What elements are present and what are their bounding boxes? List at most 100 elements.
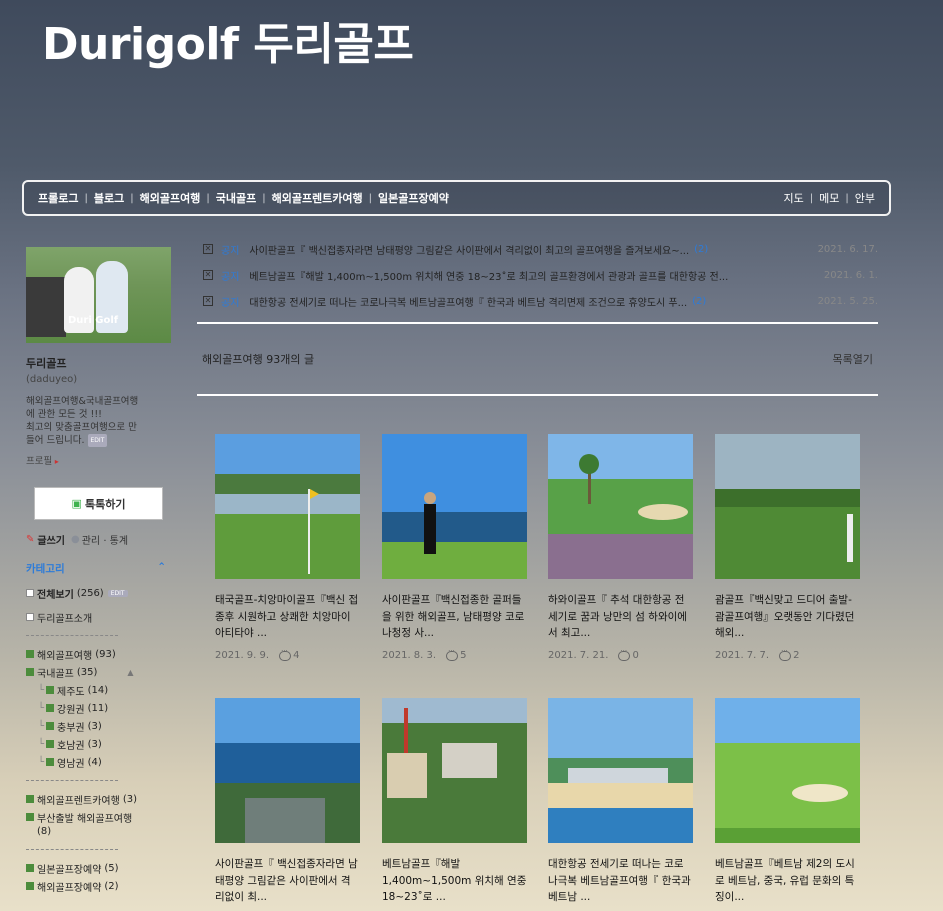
- blog-title[interactable]: Durigolf 두리골프: [42, 8, 414, 72]
- nav-japan-booking[interactable]: 일본골프장예약: [378, 190, 449, 206]
- close-icon: ✕: [203, 296, 213, 306]
- comment-icon: [446, 647, 459, 661]
- image-icon: [46, 740, 55, 748]
- category-item[interactable]: 해외골프장예약 (2): [26, 877, 171, 895]
- post-comments[interactable]: 5: [446, 647, 466, 661]
- post-date: 2021. 8. 3.: [382, 650, 437, 661]
- category-sub-item[interactable]: └ 영남권 (4): [26, 753, 171, 771]
- post-date: 2021. 9. 9.: [215, 650, 270, 661]
- category-label: 영남권: [57, 758, 85, 770]
- post-card[interactable]: 베트남골프『베트남 제2의 도시로 베트남, 중국, 유럽 문화의 특징이...: [715, 698, 860, 906]
- post-comments[interactable]: 2: [779, 647, 799, 661]
- notice-row[interactable]: ✕ 공지 사이판골프『 백신접종자라면 남태평양 그림같은 사이판에서 격리없이…: [197, 236, 878, 262]
- talk-button[interactable]: ▣ 톡톡하기: [34, 487, 163, 520]
- notice-title[interactable]: 베트남골프『해발 1,400m~1,500m 위치해 연중 18~23˚로 최고…: [249, 268, 728, 283]
- nav-prologue[interactable]: 프롤로그: [38, 190, 78, 206]
- edit-badge[interactable]: EDIT: [87, 434, 108, 447]
- post-thumbnail[interactable]: [382, 698, 527, 843]
- category-item[interactable]: 해외골프여행 (93): [26, 645, 171, 663]
- post-thumbnail[interactable]: [715, 698, 860, 843]
- notice-row[interactable]: ✕ 공지 대한항공 전세기로 떠나는 코로나극복 베트남골프여행『 한국과 베트…: [197, 288, 878, 314]
- post-card[interactable]: 베트남골프『해발 1,400m~1,500m 위치해 연중 18~23˚로 ..…: [382, 698, 527, 906]
- notice-title[interactable]: 사이판골프『 백신접종자라면 남태평양 그림같은 사이판에서 격리없이 최고의 …: [249, 242, 689, 257]
- post-title[interactable]: 베트남골프『해발 1,400m~1,500m 위치해 연중 18~23˚로 ..…: [382, 856, 527, 906]
- category-label: 강원권: [57, 704, 85, 716]
- notice-date: 2021. 6. 1.: [823, 269, 878, 281]
- post-thumbnail[interactable]: [215, 434, 360, 579]
- post-card[interactable]: 사이판골프『백신접종한 골퍼들을 위한 해외골프, 남태평양 코로나청정 사..…: [382, 434, 527, 661]
- collapse-icon[interactable]: ▲: [127, 668, 133, 677]
- branch-icon: └: [38, 684, 45, 696]
- chevron-up-icon[interactable]: ⌃: [157, 561, 166, 576]
- category-count: (14): [87, 684, 109, 696]
- post-title[interactable]: 대한항공 전세기로 떠나는 코로나극복 베트남골프여행『 한국과 베트남 ...: [548, 856, 693, 906]
- divider: [26, 635, 118, 636]
- post-comments[interactable]: 0: [618, 647, 639, 661]
- category-item[interactable]: 일본골프장예약 (5): [26, 859, 171, 877]
- category-intro[interactable]: 두리골프소개: [26, 608, 171, 626]
- category-sub-item[interactable]: └ 제주도 (14): [26, 681, 171, 699]
- post-thumbnail[interactable]: [382, 434, 527, 579]
- category-count: (4): [87, 756, 102, 768]
- category-sub-item[interactable]: └ 강원권 (11): [26, 699, 171, 717]
- notice-comment-count[interactable]: (2): [694, 244, 708, 255]
- post-title[interactable]: 사이판골프『백신접종한 골퍼들을 위한 해외골프, 남태평양 코로나청정 사..…: [382, 592, 527, 642]
- divider: [197, 394, 878, 396]
- list-category: 해외골프여행: [202, 353, 263, 366]
- talk-button-label: 톡톡하기: [84, 497, 126, 511]
- nav-overseas-golf[interactable]: 해외골프여행: [140, 190, 201, 206]
- nav-blog[interactable]: 블로그: [94, 190, 124, 206]
- list-toggle-button[interactable]: 목록열기: [833, 351, 873, 367]
- post-thumbnail[interactable]: [715, 434, 860, 579]
- manage-link[interactable]: 관리 · 통계: [82, 532, 128, 547]
- gear-icon: ●: [71, 534, 80, 545]
- post-thumbnail[interactable]: [215, 698, 360, 843]
- category-all[interactable]: 전체보기 (256) EDIT: [26, 584, 171, 602]
- desc-line: 해외골프여행&국내골프여행: [26, 396, 139, 407]
- category-header[interactable]: 카테고리 ⌃: [26, 561, 166, 576]
- profile-image[interactable]: Duri Golf: [26, 247, 171, 343]
- image-icon: [26, 650, 34, 658]
- post-title[interactable]: 태국골프-치앙마이골프『백신 접종후 시원하고 상쾌한 치앙마이 아티타야 ..…: [215, 592, 360, 642]
- notice-title[interactable]: 대한항공 전세기로 떠나는 코로나극복 베트남골프여행『 한국과 베트남 격리면…: [249, 294, 687, 309]
- notice-comment-count[interactable]: (2): [692, 296, 706, 307]
- post-card[interactable]: 하와이골프『 추석 대한항공 전세기로 꿈과 낭만의 섬 하와이에서 최고...…: [548, 434, 693, 661]
- category-list: 전체보기 (256) EDIT 두리골프소개 해외골프여행 (93) 국내골프 …: [26, 584, 171, 895]
- post-comments[interactable]: 4: [279, 647, 299, 661]
- post-meta: 2021. 7. 7. 2: [715, 647, 860, 662]
- category-count-row: (8): [26, 822, 171, 840]
- post-title[interactable]: 하와이골프『 추석 대한항공 전세기로 꿈과 낭만의 섬 하와이에서 최고...: [548, 592, 693, 642]
- post-thumbnail[interactable]: [548, 434, 693, 579]
- image-icon: [26, 813, 34, 821]
- nav-domestic-golf[interactable]: 국내골프: [216, 190, 256, 206]
- category-item[interactable]: 해외골프렌트카여행 (3): [26, 790, 171, 808]
- category-item[interactable]: 국내골프 (35) ▲: [26, 663, 171, 681]
- list-count: 93개의 글: [266, 353, 315, 366]
- category-sub-item[interactable]: └ 호남권 (3): [26, 735, 171, 753]
- branch-icon: └: [38, 702, 45, 714]
- nav-memo[interactable]: 메모: [819, 190, 839, 206]
- notice-tag: 공지: [221, 297, 240, 309]
- comment-count: 0: [632, 650, 639, 661]
- golf-cart-shape: [26, 277, 66, 337]
- nav-guestbook[interactable]: 안부: [855, 190, 875, 206]
- post-thumbnail[interactable]: [548, 698, 693, 843]
- post-card[interactable]: 사이판골프『 백신접종자라면 남태평양 그림같은 사이판에서 격리없이 최...: [215, 698, 360, 906]
- desc-line: 들어 드립니다.: [26, 435, 85, 446]
- notice-row[interactable]: ✕ 공지 베트남골프『해발 1,400m~1,500m 위치해 연중 18~23…: [197, 262, 878, 288]
- post-card[interactable]: 괌골프『백신맞고 드디어 출발- 괌골프여행』오랫동안 기다렸던 해외... 2…: [715, 434, 860, 661]
- post-title[interactable]: 괌골프『백신맞고 드디어 출발- 괌골프여행』오랫동안 기다렸던 해외...: [715, 592, 860, 642]
- post-card[interactable]: 대한항공 전세기로 떠나는 코로나극복 베트남골프여행『 한국과 베트남 ...: [548, 698, 693, 906]
- edit-badge[interactable]: EDIT: [107, 589, 128, 597]
- blog-id: (daduyeo): [26, 374, 78, 385]
- post-title[interactable]: 베트남골프『베트남 제2의 도시로 베트남, 중국, 유럽 문화의 특징이...: [715, 856, 860, 906]
- nav-rentcar-golf[interactable]: 해외골프렌트카여행: [272, 190, 363, 206]
- category-sub-item[interactable]: └ 충부권 (3): [26, 717, 171, 735]
- profile-link[interactable]: 프로필: [26, 453, 176, 467]
- post-title[interactable]: 사이판골프『 백신접종자라면 남태평양 그림같은 사이판에서 격리없이 최...: [215, 856, 360, 906]
- nav-map[interactable]: 지도: [784, 190, 804, 206]
- post-card[interactable]: 태국골프-치앙마이골프『백신 접종후 시원하고 상쾌한 치앙마이 아티타야 ..…: [215, 434, 360, 661]
- sidebar: Duri Golf 두리골프 (daduyeo) 해외골프여행&국내골프여행 에…: [26, 247, 176, 895]
- write-button[interactable]: 글쓰기: [37, 532, 65, 547]
- comment-icon: [618, 647, 631, 661]
